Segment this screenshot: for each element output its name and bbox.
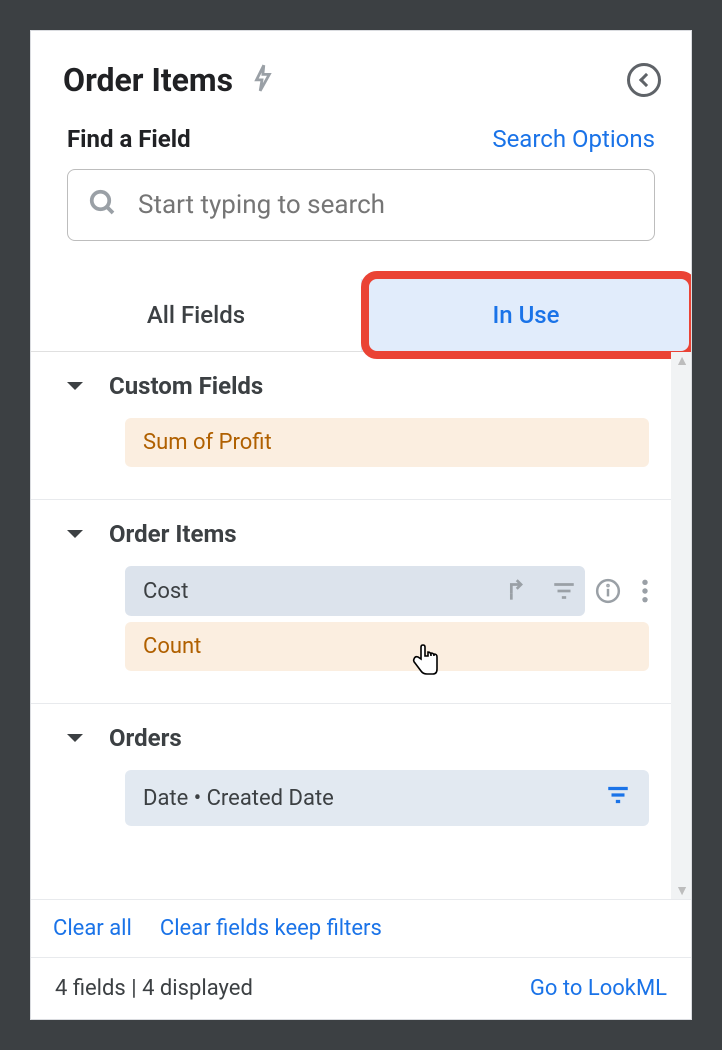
search-area: Find a Field Search Options — [31, 109, 691, 241]
field-picker-panel: Order Items Find a Field Search Options — [30, 30, 692, 1020]
section-header-custom-fields[interactable]: Custom Fields — [31, 372, 691, 400]
pivot-icon[interactable] — [507, 578, 533, 604]
field-date-created[interactable]: Date • Created Date — [125, 770, 649, 826]
content-area: ▲ ▼ Custom Fields Sum of Profit Order It… — [31, 352, 691, 899]
search-icon — [88, 188, 118, 222]
scrollbar-track[interactable]: ▲ ▼ — [671, 352, 691, 899]
scroll-up-icon[interactable]: ▲ — [675, 352, 689, 369]
section-order-items: Order Items Cost — [31, 500, 691, 704]
header-row: Order Items — [31, 31, 691, 109]
section-header-order-items[interactable]: Order Items — [31, 520, 691, 548]
clear-all-link[interactable]: Clear all — [53, 916, 132, 941]
field-cost-row: Cost — [125, 566, 649, 616]
field-label: Date • Created Date — [143, 786, 334, 811]
footer-links: Clear all Clear fields keep filters — [31, 899, 691, 957]
caret-down-icon — [67, 382, 83, 390]
field-cost[interactable]: Cost — [125, 566, 585, 616]
section-orders: Orders Date • Created Date — [31, 704, 691, 858]
section-title: Orders — [109, 724, 182, 752]
filter-icon[interactable] — [551, 578, 577, 604]
clear-keep-filters-link[interactable]: Clear fields keep filters — [160, 916, 382, 941]
quick-start-icon[interactable] — [251, 63, 273, 97]
tab-all-fields[interactable]: All Fields — [31, 279, 361, 351]
section-title: Custom Fields — [109, 372, 263, 400]
tabs: All Fields In Use — [31, 279, 691, 352]
search-labels: Find a Field Search Options — [67, 125, 655, 153]
more-options-icon[interactable] — [641, 578, 649, 604]
field-count[interactable]: Count — [125, 622, 649, 671]
section-custom-fields: Custom Fields Sum of Profit — [31, 352, 691, 500]
caret-down-icon — [67, 530, 83, 538]
find-field-label: Find a Field — [67, 125, 191, 153]
field-sum-of-profit[interactable]: Sum of Profit — [125, 418, 649, 467]
collapse-button[interactable] — [627, 63, 661, 97]
tab-in-use[interactable]: In Use — [361, 279, 691, 351]
tab-in-use-label: In Use — [492, 301, 559, 329]
field-count-label: 4 fields | 4 displayed — [55, 976, 253, 1001]
status-bar: 4 fields | 4 displayed Go to LookML — [31, 957, 691, 1019]
scroll-down-icon[interactable]: ▼ — [675, 882, 689, 899]
filter-active-icon[interactable] — [605, 782, 631, 814]
info-icon[interactable] — [595, 578, 621, 604]
field-label: Sum of Profit — [143, 430, 272, 455]
panel-title: Order Items — [63, 61, 233, 99]
field-label: Cost — [143, 579, 188, 604]
pill-hover-icons — [507, 578, 577, 604]
field-side-icons — [595, 578, 649, 604]
chevron-left-icon — [639, 73, 653, 87]
caret-down-icon — [67, 734, 83, 742]
section-title: Order Items — [109, 520, 237, 548]
go-to-lookml-link[interactable]: Go to LookML — [530, 976, 667, 1001]
search-box[interactable] — [67, 169, 655, 241]
section-header-orders[interactable]: Orders — [31, 724, 691, 752]
search-input[interactable] — [138, 190, 634, 220]
search-options-link[interactable]: Search Options — [492, 125, 655, 153]
field-label: Count — [143, 634, 201, 659]
